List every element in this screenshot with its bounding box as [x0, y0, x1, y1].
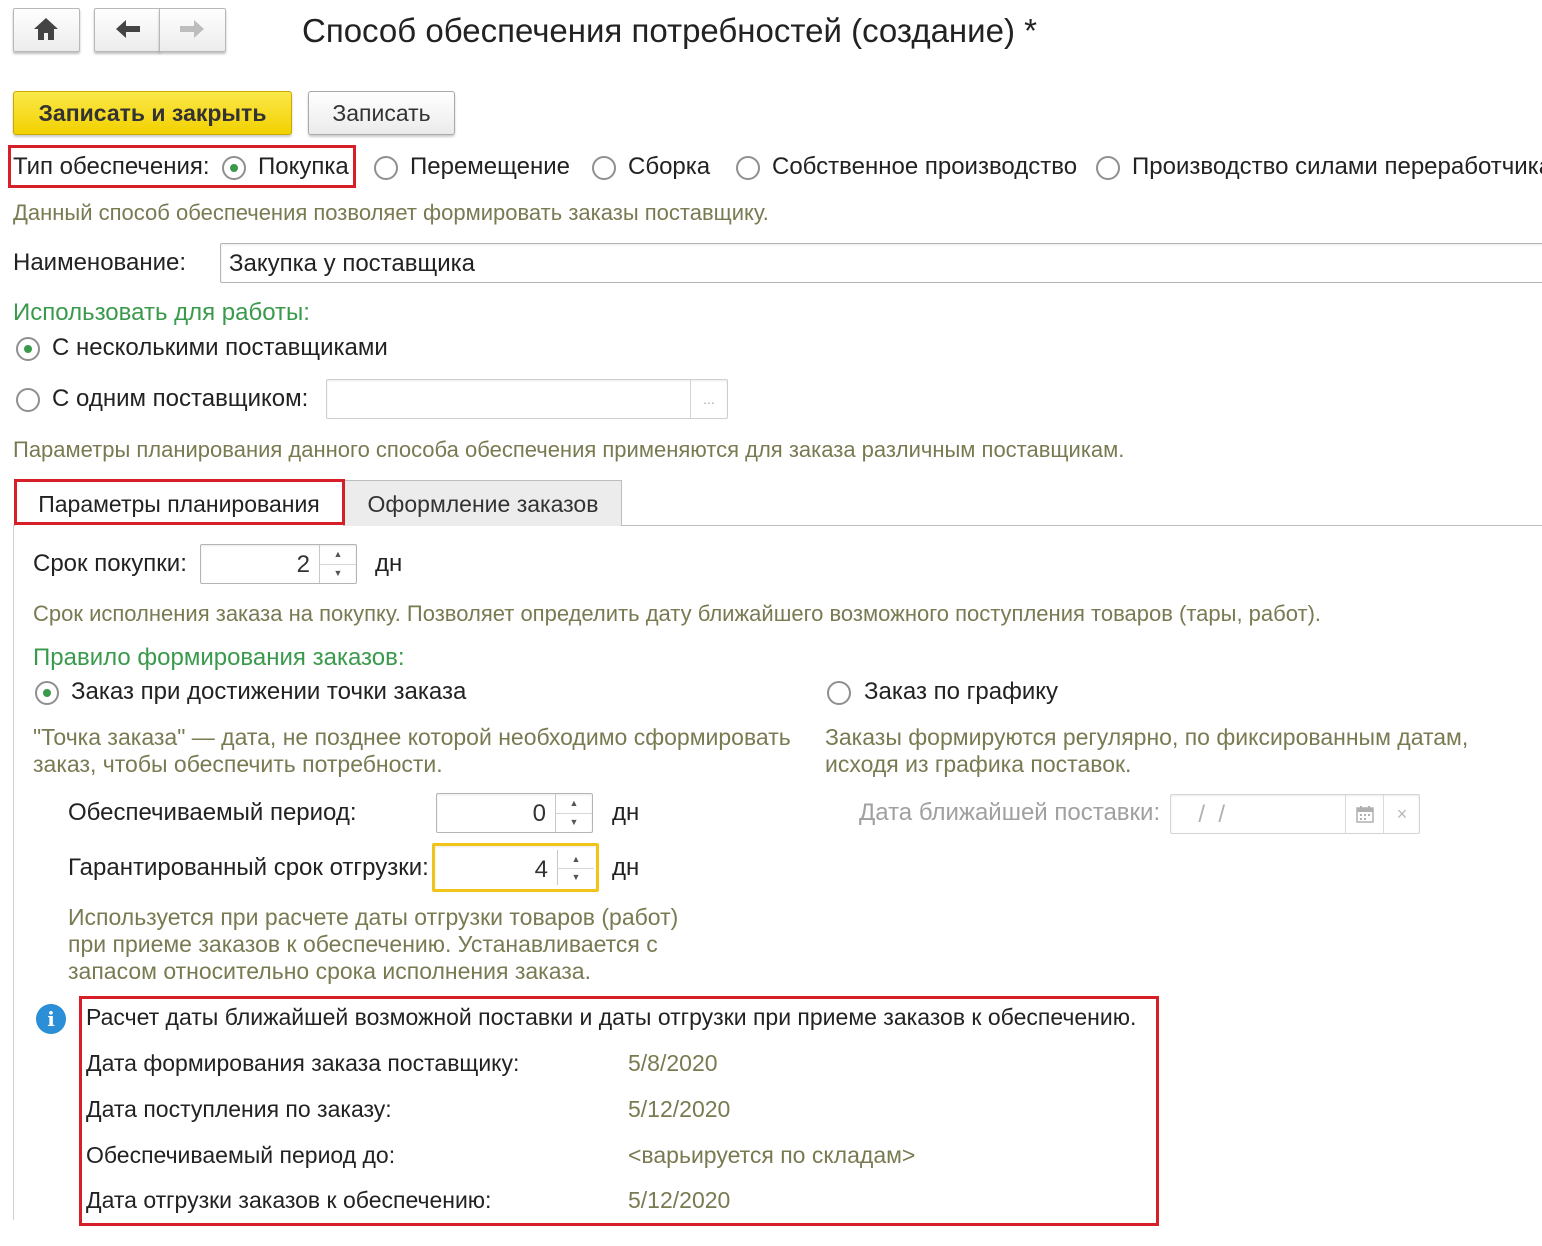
- order-schedule-hint-2: исходя из графика поставок.: [825, 751, 1132, 777]
- guaranteed-hint-2: при приеме заказов к обеспечению. Устана…: [68, 931, 658, 957]
- supplier-input[interactable]: ...: [326, 379, 728, 419]
- spin-up-icon[interactable]: ▲: [320, 545, 356, 565]
- order-rule-heading: Правило формирования заказов:: [33, 644, 405, 671]
- order-point-hint-1: "Точка заказа" — дата, не позднее которо…: [33, 724, 791, 750]
- info-icon: i: [36, 1004, 66, 1034]
- name-input[interactable]: Закупка у поставщика: [220, 243, 1542, 283]
- radio-many-suppliers[interactable]: [16, 337, 40, 361]
- clear-icon[interactable]: ×: [1383, 795, 1420, 833]
- provided-period-input[interactable]: 0 ▲ ▼: [436, 793, 593, 833]
- arrow-right-icon: [180, 20, 204, 38]
- radio-own-production-label[interactable]: Собственное производство: [772, 153, 1077, 181]
- radio-assembly-label[interactable]: Сборка: [628, 153, 710, 181]
- radio-subcontract[interactable]: [1096, 156, 1120, 180]
- radio-order-point-label[interactable]: Заказ при достижении точки заказа: [71, 678, 466, 706]
- purchase-term-spinner[interactable]: ▲ ▼: [319, 545, 356, 583]
- info-row-value: <варьируется по складам>: [628, 1142, 916, 1168]
- guaranteed-term-value: 4: [534, 856, 548, 883]
- info-title: Расчет даты ближайшей возможной поставки…: [86, 1004, 1137, 1030]
- nearest-delivery-input[interactable]: / / ×: [1170, 794, 1420, 834]
- save-and-close-button[interactable]: Записать и закрыть: [13, 91, 292, 135]
- radio-order-point[interactable]: [35, 681, 59, 705]
- calendar-icon: [1356, 806, 1374, 823]
- radio-subcontract-label[interactable]: Производство силами переработчика: [1132, 153, 1542, 181]
- back-button[interactable]: [94, 8, 160, 52]
- info-row-value: 5/12/2020: [628, 1187, 731, 1213]
- page-title: Способ обеспечения потребностей (создани…: [302, 12, 1037, 49]
- name-input-value: Закупка у поставщика: [229, 250, 476, 277]
- home-button[interactable]: [13, 8, 80, 52]
- radio-assembly[interactable]: [592, 156, 616, 180]
- guaranteed-term-unit: дн: [612, 854, 640, 881]
- highlight-frame-tab: [14, 479, 345, 525]
- usage-hint: Параметры планирования данного способа о…: [13, 437, 1125, 462]
- save-button[interactable]: Записать: [308, 91, 455, 135]
- nearest-delivery-label: Дата ближайшей поставки:: [859, 799, 1161, 826]
- radio-transfer[interactable]: [374, 156, 398, 180]
- radio-many-suppliers-label[interactable]: С несколькими поставщиками: [52, 334, 388, 362]
- spin-down-icon[interactable]: ▼: [556, 813, 592, 832]
- purchase-term-input[interactable]: 2 ▲ ▼: [200, 544, 357, 584]
- radio-own-production[interactable]: [736, 156, 760, 180]
- spin-down-icon[interactable]: ▼: [558, 868, 594, 886]
- arrow-left-icon: [116, 20, 140, 38]
- radio-order-schedule[interactable]: [827, 681, 851, 705]
- purchase-term-label: Срок покупки:: [33, 550, 187, 577]
- nearest-delivery-value: / /: [1185, 801, 1226, 828]
- guaranteed-term-input[interactable]: 4 ▲ ▼: [432, 843, 599, 892]
- info-row-value: 5/8/2020: [628, 1050, 718, 1076]
- radio-one-supplier[interactable]: [16, 388, 40, 412]
- guaranteed-hint-1: Используется при расчете даты отгрузки т…: [68, 904, 679, 930]
- guaranteed-term-spinner[interactable]: ▲ ▼: [557, 850, 594, 885]
- spin-up-icon[interactable]: ▲: [558, 850, 594, 869]
- name-label: Наименование:: [13, 249, 187, 276]
- spin-up-icon[interactable]: ▲: [556, 794, 592, 814]
- info-row-label: Обеспечиваемый период до:: [86, 1142, 396, 1168]
- supplier-select-button[interactable]: ...: [690, 380, 727, 418]
- info-row-label: Дата поступления по заказу:: [86, 1096, 392, 1122]
- home-icon: [34, 18, 58, 40]
- purchase-term-hint: Срок исполнения заказа на покупку. Позво…: [33, 601, 1322, 626]
- tab-order-processing[interactable]: Оформление заказов: [344, 480, 622, 526]
- provided-period-value: 0: [532, 800, 546, 827]
- info-row-value: 5/12/2020: [628, 1096, 731, 1122]
- tab-panel-border: [13, 525, 14, 1220]
- order-schedule-hint-1: Заказы формируются регулярно, по фиксиро…: [825, 724, 1469, 750]
- radio-transfer-label[interactable]: Перемещение: [410, 153, 570, 181]
- purchase-term-unit: дн: [375, 550, 403, 577]
- supply-type-hint: Данный способ обеспечения позволяет форм…: [13, 200, 769, 225]
- provided-period-spinner[interactable]: ▲ ▼: [555, 794, 592, 832]
- radio-one-supplier-label[interactable]: С одним поставщиком:: [52, 385, 308, 413]
- radio-order-schedule-label[interactable]: Заказ по графику: [864, 678, 1058, 706]
- radio-purchase-label[interactable]: Покупка: [258, 153, 349, 181]
- guaranteed-term-label: Гарантированный срок отгрузки:: [68, 854, 429, 881]
- radio-purchase[interactable]: [222, 156, 246, 180]
- purchase-term-value: 2: [296, 551, 310, 578]
- provided-period-label: Обеспечиваемый период:: [68, 799, 357, 826]
- info-row-label: Дата формирования заказа поставщику:: [86, 1050, 520, 1076]
- calendar-button[interactable]: [1345, 795, 1384, 833]
- order-point-hint-2: заказ, чтобы обеспечить потребности.: [33, 751, 443, 777]
- provided-period-unit: дн: [612, 799, 640, 826]
- guaranteed-hint-3: запасом относительно срока исполнения за…: [68, 958, 591, 984]
- usage-heading: Использовать для работы:: [13, 299, 310, 326]
- spin-down-icon[interactable]: ▼: [320, 564, 356, 583]
- info-row-label: Дата отгрузки заказов к обеспечению:: [86, 1187, 492, 1213]
- forward-button[interactable]: [159, 8, 226, 52]
- supply-type-label: Тип обеспечения:: [13, 153, 210, 180]
